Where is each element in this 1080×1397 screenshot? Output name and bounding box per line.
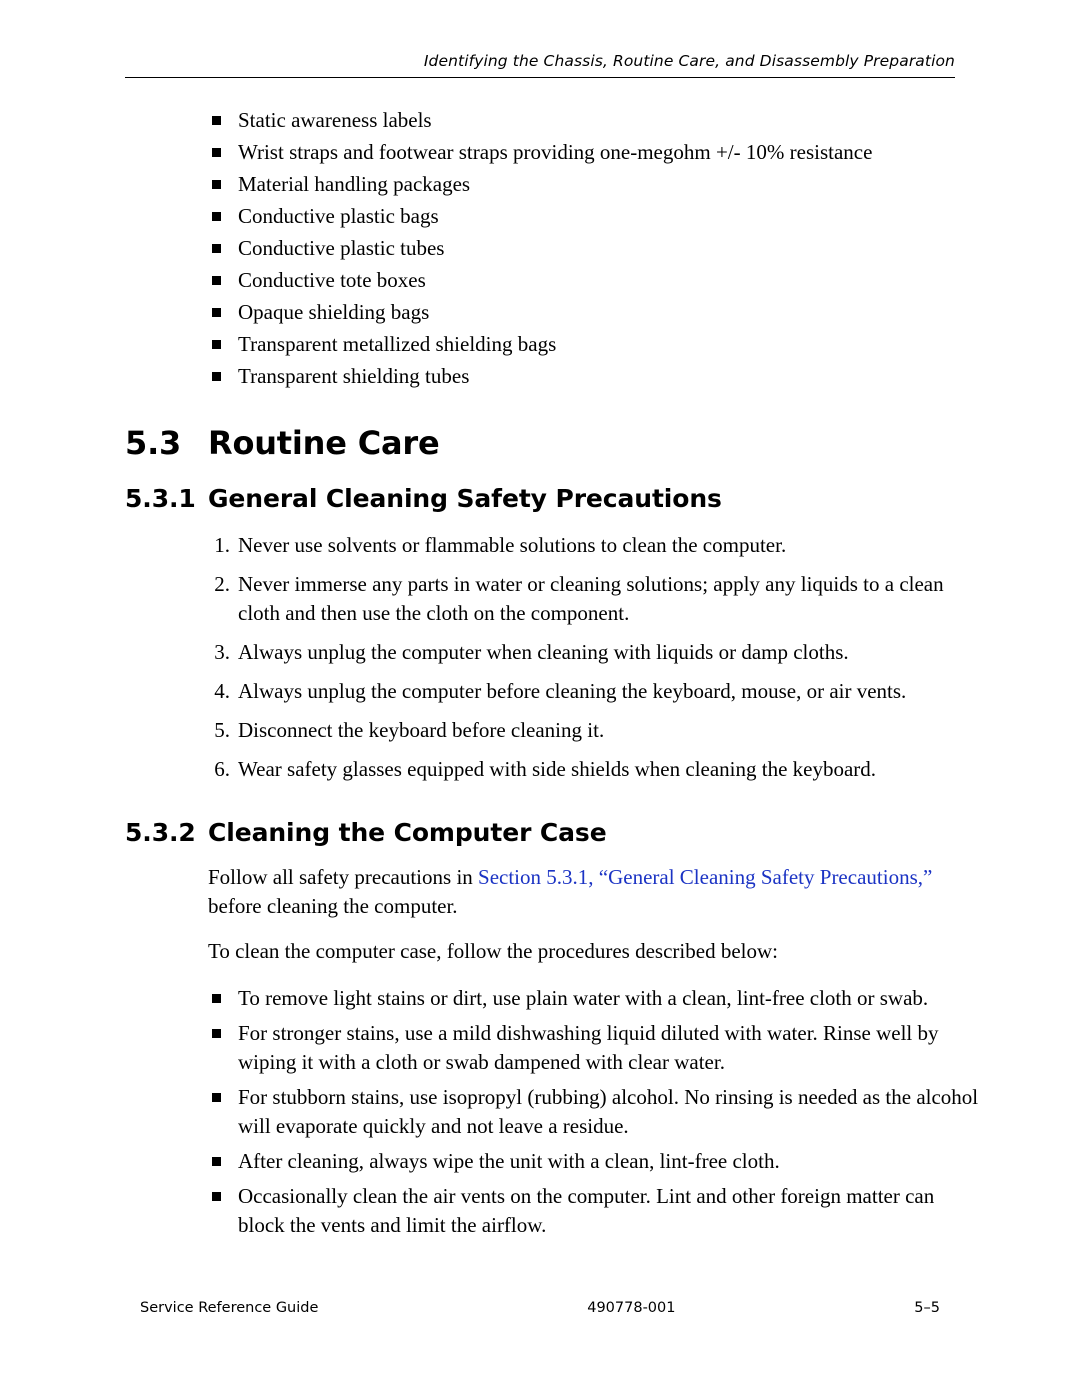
list-item: Conductive plastic bags (208, 200, 978, 232)
subsection-heading-531: 5.3.1 General Cleaning Safety Precautions (125, 484, 1080, 513)
list-item-text: Conductive plastic bags (238, 204, 439, 228)
list-item: Conductive plastic tubes (208, 232, 978, 264)
list-item: Opaque shielding bags (208, 296, 978, 328)
list-item: Transparent shielding tubes (208, 360, 978, 392)
bullet-square-icon (212, 276, 221, 285)
step-number: 4. (214, 679, 230, 703)
list-item-text: Transparent metallized shielding bags (238, 332, 557, 356)
bullet-square-icon (212, 148, 221, 157)
step-number: 1. (214, 533, 230, 557)
step-number: 2. (214, 572, 230, 596)
intro-text-after: before cleaning the computer. (208, 894, 458, 918)
list-item: 3. Always unplug the computer when cleani… (208, 638, 978, 667)
subsection-title: General Cleaning Safety Precautions (208, 484, 722, 513)
esd-materials-list: Static awareness labels Wrist straps and… (0, 104, 1080, 392)
list-item-text: Conductive plastic tubes (238, 236, 445, 260)
step-text: Never use solvents or flammable solution… (238, 533, 787, 557)
section-title: Routine Care (208, 424, 440, 462)
list-item: For stronger stains, use a mild dishwash… (208, 1019, 983, 1077)
step-text: Disconnect the keyboard before cleaning … (238, 718, 605, 742)
list-item-text: Material handling packages (238, 172, 471, 196)
subsection-heading-532: 5.3.2 Cleaning the Computer Case (125, 818, 1080, 847)
list-item-text: Transparent shielding tubes (238, 364, 470, 388)
page-header: Identifying the Chassis, Routine Care, a… (125, 52, 955, 78)
header-divider (125, 77, 955, 78)
list-item: Occasionally clean the air vents on the … (208, 1182, 983, 1240)
footer-part-number: 490778-001 (587, 1300, 676, 1316)
list-item-text: For stronger stains, use a mild dishwash… (238, 1021, 939, 1074)
list-item: 6. Wear safety glasses equipped with side… (208, 755, 978, 784)
step-text: Always unplug the computer before cleani… (238, 679, 907, 703)
list-item: Static awareness labels (208, 104, 978, 136)
list-item-text: After cleaning, always wipe the unit wit… (238, 1149, 780, 1173)
step-text: Never immerse any parts in water or clea… (238, 572, 944, 625)
footer-page-number: 5–5 (914, 1300, 940, 1316)
list-item-text: Static awareness labels (238, 108, 432, 132)
bullet-square-icon (212, 308, 221, 317)
bullet-square-icon (212, 1029, 221, 1038)
bullet-square-icon (212, 372, 221, 381)
section-number: 5.3 (125, 424, 182, 462)
cleaning-procedures-lead: To clean the computer case, follow the p… (208, 939, 778, 963)
cross-reference-link[interactable]: Section 5.3.1, “General Cleaning Safety … (478, 865, 932, 889)
intro-text-before: Follow all safety precautions in (208, 865, 479, 889)
list-item: To remove light stains or dirt, use plai… (208, 984, 983, 1013)
bullet-square-icon (212, 212, 221, 221)
step-text: Always unplug the computer when cleaning… (238, 640, 849, 664)
step-number: 3. (214, 640, 230, 664)
bullet-square-icon (212, 244, 221, 253)
subsection-title: Cleaning the Computer Case (208, 818, 607, 847)
cleaning-procedures-list: To remove light stains or dirt, use plai… (0, 984, 1080, 1240)
safety-precautions-steps: 1. Never use solvents or flammable soluti… (0, 531, 1080, 784)
bullet-square-icon (212, 180, 221, 189)
list-item: For stubborn stains, use isopropyl (rubb… (208, 1083, 983, 1141)
page-footer: Service Reference Guide 490778-001 5–5 (140, 1300, 940, 1316)
list-item: After cleaning, always wipe the unit wit… (208, 1147, 983, 1176)
list-item: 2. Never immerse any parts in water or cl… (208, 570, 978, 628)
list-item: Transparent metallized shielding bags (208, 328, 978, 360)
list-item: Material handling packages (208, 168, 978, 200)
list-item-text: Opaque shielding bags (238, 300, 430, 324)
list-item: 4. Always unplug the computer before clea… (208, 677, 978, 706)
list-item-text: Conductive tote boxes (238, 268, 426, 292)
list-item: Wrist straps and footwear straps providi… (208, 136, 978, 168)
list-item-text: To remove light stains or dirt, use plai… (238, 986, 929, 1010)
page-content: Static awareness labels Wrist straps and… (0, 104, 1080, 1246)
subsection-number: 5.3.2 (125, 818, 196, 847)
bullet-square-icon (212, 1093, 221, 1102)
step-number: 6. (214, 757, 230, 781)
running-head: Identifying the Chassis, Routine Care, a… (423, 52, 955, 70)
list-item: 1. Never use solvents or flammable soluti… (208, 531, 978, 560)
step-number: 5. (214, 718, 230, 742)
list-item-text: Occasionally clean the air vents on the … (238, 1184, 935, 1237)
subsection-number: 5.3.1 (125, 484, 196, 513)
list-item-text: Wrist straps and footwear straps providi… (238, 140, 873, 164)
step-text: Wear safety glasses equipped with side s… (238, 757, 877, 781)
list-item: Conductive tote boxes (208, 264, 978, 296)
cleaning-intro-paragraph: Follow all safety precautions in Section… (208, 863, 953, 921)
footer-guide-title: Service Reference Guide (140, 1300, 319, 1316)
bullet-square-icon (212, 994, 221, 1003)
bullet-square-icon (212, 340, 221, 349)
document-page: Identifying the Chassis, Routine Care, a… (0, 0, 1080, 1397)
bullet-square-icon (212, 116, 221, 125)
bullet-square-icon (212, 1192, 221, 1201)
bullet-square-icon (212, 1157, 221, 1166)
section-heading: 5.3 Routine Care (125, 424, 1080, 462)
list-item: 5. Disconnect the keyboard before cleanin… (208, 716, 978, 745)
list-item-text: For stubborn stains, use isopropyl (rubb… (238, 1085, 979, 1138)
